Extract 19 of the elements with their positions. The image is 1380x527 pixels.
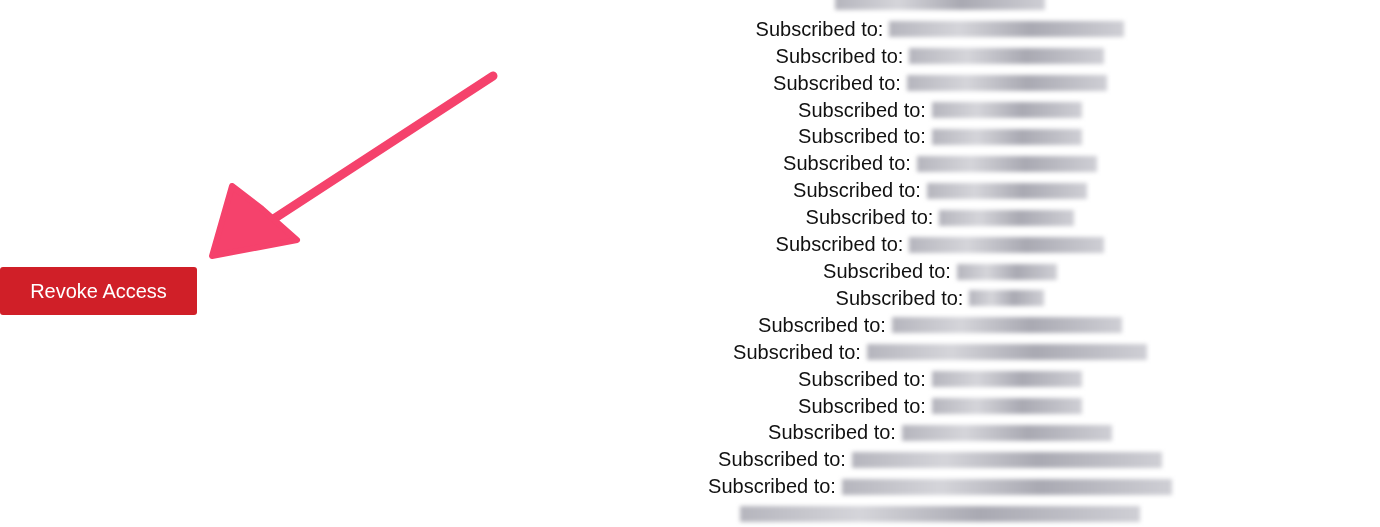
- subscription-label: Subscribed to:: [783, 152, 911, 176]
- subscription-label: Subscribed to:: [708, 475, 836, 499]
- subscription-label: Subscribed to:: [798, 125, 926, 149]
- subscription-label: Subscribed to:: [798, 367, 926, 391]
- subscription-label: Subscribed to:: [823, 260, 951, 283]
- revoke-access-button[interactable]: Revoke Access: [0, 267, 197, 315]
- subscription-label: Subscribed to:: [805, 206, 934, 230]
- subscription-label: Subscribed to:: [793, 179, 921, 203]
- subscription-label: Subscribed to:: [775, 44, 904, 68]
- subscription-label: Subscribed to:: [733, 340, 861, 364]
- subscription-label: Subscribed to:: [798, 394, 926, 418]
- subscription-label: Subscribed to:: [798, 98, 926, 122]
- subscription-label: Subscribed to:: [758, 313, 886, 337]
- subscription-label: Subscribed to:: [775, 233, 904, 257]
- subscription-label: Subscribed to:: [755, 17, 884, 41]
- subscription-label: Subscribed to:: [773, 71, 901, 95]
- subscription-label: Subscribed to:: [835, 286, 964, 310]
- subscription-label: Subscribed to:: [718, 448, 846, 472]
- subscription-label: Subscribed to:: [768, 421, 896, 445]
